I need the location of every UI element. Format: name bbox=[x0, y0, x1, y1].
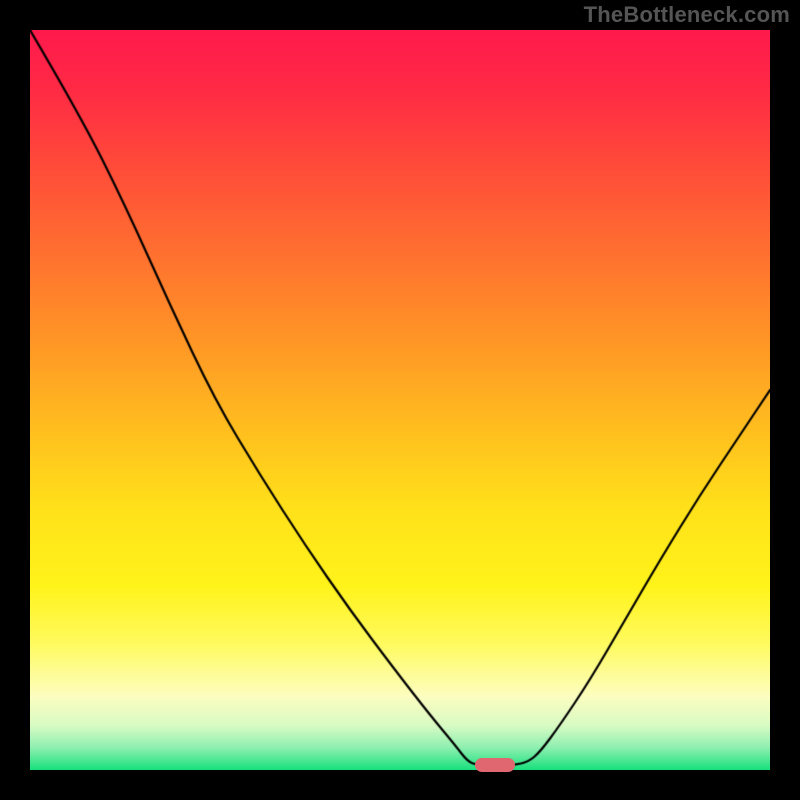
heatmap-curve-canvas bbox=[30, 30, 770, 770]
attribution-text: TheBottleneck.com bbox=[584, 2, 790, 28]
optimum-marker bbox=[475, 758, 515, 772]
chart-frame bbox=[30, 30, 770, 770]
